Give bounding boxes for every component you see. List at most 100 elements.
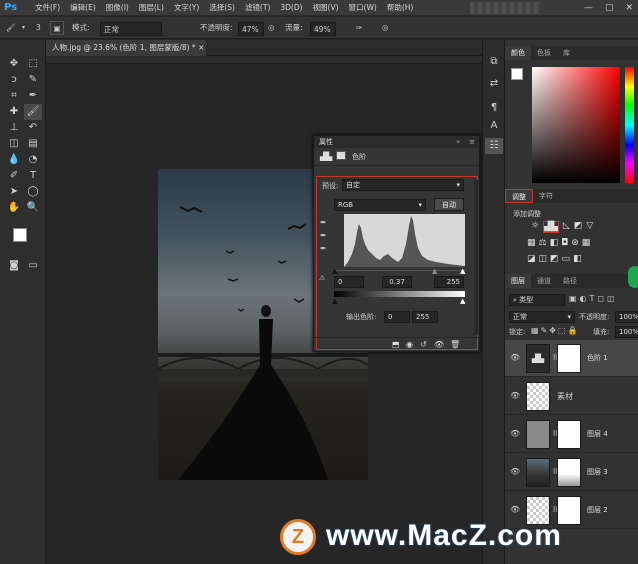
lasso-tool-icon[interactable]: ↄ [5, 72, 23, 88]
selective-color-icon[interactable]: ◧ [573, 254, 582, 264]
input-white-slider[interactable]: ▲ [460, 267, 465, 275]
channels-tab[interactable]: 通道 [531, 274, 557, 288]
clip-to-layer-icon[interactable]: ⬒ [392, 340, 400, 349]
dodge-tool-icon[interactable]: ◔ [24, 152, 42, 168]
eraser-tool-icon[interactable]: ◫ [5, 136, 23, 152]
brush-panel-icon[interactable]: ▣ [50, 21, 64, 35]
visibility-eye-icon[interactable]: 👁 [510, 391, 520, 400]
photo-filter-icon[interactable]: ◘ [561, 238, 568, 248]
menu-item[interactable]: 文字(Y) [169, 0, 204, 16]
output-black-slider[interactable]: ▲ [332, 297, 337, 305]
paragraph-icon[interactable]: ¶ [485, 100, 503, 116]
hue-slider[interactable] [625, 67, 634, 183]
kind-filter-select[interactable]: ⌕ 类型 [509, 294, 565, 306]
close-tab-icon[interactable]: × [198, 43, 204, 52]
visibility-eye-icon[interactable]: 👁 [510, 429, 520, 438]
layer-mask-thumb[interactable] [557, 420, 581, 449]
levels-adjust-icon[interactable]: ▟▙ [543, 221, 559, 233]
layers-tab[interactable]: 图层 [505, 274, 531, 288]
collapse-icon[interactable]: » [456, 136, 460, 148]
healing-tool-icon[interactable]: ✚ [5, 104, 23, 120]
eyedropper-black-icon[interactable]: ✒ [320, 218, 327, 227]
libraries-tab[interactable]: 库 [557, 46, 576, 60]
history-brush-icon[interactable]: ↶ [24, 120, 42, 136]
properties-tab[interactable]: 属性 [319, 138, 333, 146]
color-picker-field[interactable] [532, 67, 620, 183]
auto-button[interactable]: 自动 [434, 198, 464, 211]
paths-tab[interactable]: 路径 [557, 274, 583, 288]
posterize-icon[interactable]: ◫ [539, 254, 548, 264]
input-black-field[interactable]: 0 [334, 276, 364, 288]
output-black-field[interactable]: 0 [384, 311, 410, 323]
brush-preset-dropdown[interactable]: ▾ [22, 21, 25, 35]
output-white-slider[interactable]: ▲ [460, 297, 465, 305]
output-white-field[interactable]: 255 [412, 311, 438, 323]
view-previous-icon[interactable]: ◉ [406, 340, 413, 349]
character-tab[interactable]: 字符 [533, 189, 559, 203]
crop-tool-icon[interactable]: ⌗ [5, 88, 23, 104]
document-tab[interactable]: 人物.jpg @ 23.6% (色阶 1, 图层蒙版/8) * × [46, 40, 206, 56]
flow-input[interactable]: 49% [310, 22, 336, 36]
blend-mode-select[interactable]: 正常 ▾ [509, 311, 575, 323]
brush-tool-icon[interactable]: 🖌 [6, 21, 16, 35]
history-panel-icon[interactable]: ⧉ [485, 54, 503, 70]
color-balance-icon[interactable]: ⚖ [539, 238, 547, 248]
menu-item[interactable]: 视图(V) [308, 0, 344, 16]
opacity-input[interactable]: 47% [238, 22, 264, 36]
color-tab[interactable]: 颜色 [505, 46, 531, 60]
blur-tool-icon[interactable]: 💧 [5, 152, 23, 168]
layer-row[interactable]: 👁 ▟▙ ⛓ 色阶 1 [505, 340, 638, 377]
maximize-icon[interactable]: ▢ [605, 0, 614, 16]
visibility-icon[interactable]: 👁 [434, 340, 444, 349]
layer-opacity-input[interactable]: 100% [615, 311, 638, 323]
properties-panel-icon[interactable]: ☷ [485, 138, 503, 154]
preset-select[interactable]: 自定 ▾ [342, 179, 464, 191]
menu-item[interactable]: 图像(I) [101, 0, 134, 16]
black-white-icon[interactable]: ◧ [550, 238, 559, 248]
adjustments-tab[interactable]: 调整 [505, 189, 533, 203]
eyedropper-tool-icon[interactable]: ✒ [24, 88, 42, 104]
pressure-size-icon[interactable]: ◎ [382, 21, 389, 35]
hue-sat-icon[interactable]: ▦ [527, 238, 536, 248]
airbrush-icon[interactable]: ✑ [356, 21, 362, 35]
layer-row[interactable]: 👁 ⛓ 图层 3 [505, 454, 638, 491]
layer-row[interactable]: 👁 素材 [505, 378, 638, 415]
pressure-opacity-icon[interactable]: ◎ [268, 21, 275, 35]
menu-item[interactable]: 3D(D) [275, 0, 307, 16]
channel-select[interactable]: RGB ▾ [334, 199, 426, 211]
layer-mask-thumb[interactable] [557, 458, 581, 487]
mode-select[interactable]: 正常 [100, 22, 162, 36]
input-black-slider[interactable]: ▲ [332, 267, 337, 275]
menu-item[interactable]: 文件(F) [30, 0, 65, 16]
visibility-eye-icon[interactable]: 👁 [510, 467, 520, 476]
character-icon[interactable]: A [485, 118, 503, 134]
menu-item[interactable]: 图层(L) [134, 0, 169, 16]
minimize-icon[interactable]: — [584, 0, 593, 16]
path-select-icon[interactable]: ➤ [5, 184, 23, 200]
curves-icon[interactable]: ◺ [563, 221, 570, 233]
channel-mixer-icon[interactable]: ⊛ [571, 238, 579, 248]
foreground-color-swatch[interactable] [13, 228, 27, 242]
menu-item[interactable]: 编辑(E) [65, 0, 101, 16]
screen-mode-icon[interactable]: ▭ [24, 258, 42, 274]
brush-tool-icon[interactable]: 🖌 [24, 104, 42, 120]
close-icon[interactable]: ✕ [626, 0, 634, 16]
marquee-tool-icon[interactable]: ⬚ [24, 56, 42, 72]
input-white-field[interactable]: 255 [434, 276, 464, 288]
invert-icon[interactable]: ◪ [527, 254, 536, 264]
brush-settings-icon[interactable]: ⇄ [485, 76, 503, 92]
foreground-swatch[interactable] [511, 68, 523, 80]
stamp-tool-icon[interactable]: ⊥ [5, 120, 23, 136]
trash-icon[interactable]: 🗑 [450, 340, 460, 349]
menu-item[interactable]: 选择(S) [204, 0, 240, 16]
eyedropper-white-icon[interactable]: ✒ [320, 244, 327, 253]
panel-menu-icon[interactable]: ≡ [469, 136, 475, 148]
gradient-tool-icon[interactable]: ▤ [24, 136, 42, 152]
quick-select-tool-icon[interactable]: ✎ [24, 72, 42, 88]
gradient-map-icon[interactable]: ▭ [562, 254, 571, 264]
quick-mask-icon[interactable]: ◙ [5, 258, 23, 274]
visibility-eye-icon[interactable]: 👁 [510, 353, 520, 362]
menu-item[interactable]: 帮助(H) [382, 0, 419, 16]
menu-item[interactable]: 滤镜(T) [240, 0, 275, 16]
layer-row[interactable]: 👁 ⛓ 图层 4 [505, 416, 638, 453]
